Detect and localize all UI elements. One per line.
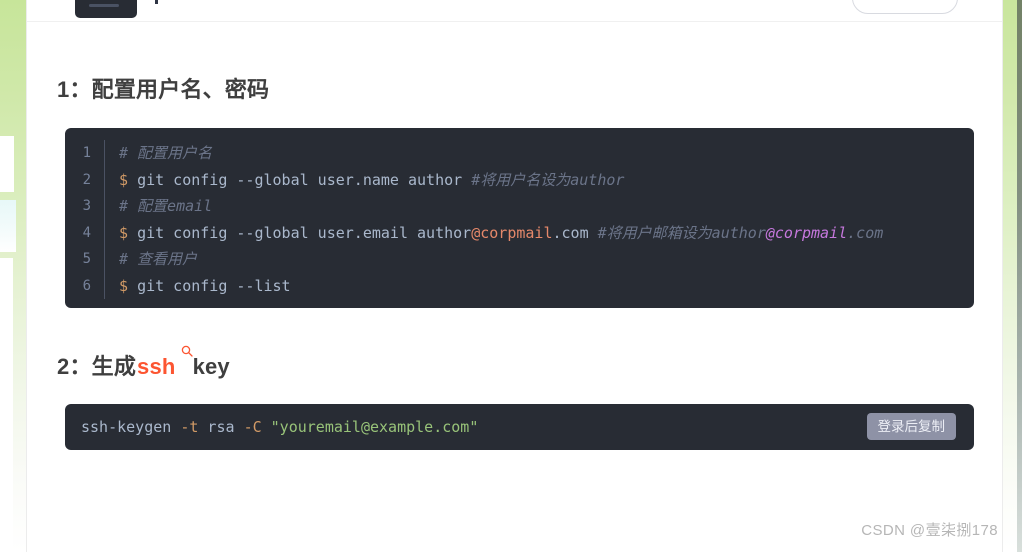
code-token-command: .com (552, 223, 598, 242)
code-line: 1 # 配置用户名 (65, 140, 974, 167)
code-block-ssh-keygen[interactable]: ssh-keygen -t rsa -C "youremail@example.… (65, 404, 974, 450)
heading-1-title: 配置用户名、密码 (91, 77, 270, 102)
code-token-comment: # 配置email (119, 197, 213, 215)
heading-2-prefix: 生成 (91, 354, 137, 379)
page-heading-1: 1：配置用户名、密码 (57, 72, 269, 104)
code-token-command: rsa (198, 418, 244, 436)
code-line: 2 $ git config --global user.name author… (65, 166, 974, 193)
section-divider (27, 21, 1002, 22)
line-number: 6 (65, 272, 105, 299)
rail-panel-lower (0, 258, 13, 552)
code-token-command: git config --global user.email author (137, 223, 472, 242)
article-content-card: 1：配置用户名、密码 1 # 配置用户名 2 $ git config --gl… (26, 0, 1003, 552)
code-token-prompt: $ (119, 276, 138, 295)
ssh-keyword-label: ssh (137, 354, 176, 379)
line-number: 2 (65, 166, 105, 193)
code-token-command: git config --global user.name author (137, 170, 472, 189)
heading-2-number: 2： (57, 354, 92, 379)
code-token-command: ssh-keygen (81, 418, 181, 436)
code-token-command: git config --list (137, 276, 291, 295)
code-token-comment: # 查看用户 (119, 250, 198, 268)
code-token-email-highlight: @corpmail (765, 223, 848, 242)
right-page-sliver (1017, 0, 1022, 552)
rail-panel-upper (0, 136, 14, 192)
heading-2-suffix: key (192, 354, 230, 379)
line-number: 1 (65, 140, 105, 167)
code-line: 4 $ git config --global user.email autho… (65, 219, 974, 246)
line-number: 3 (65, 193, 105, 220)
code-line: 5 # 查看用户 (65, 246, 974, 273)
clipped-code-block (75, 0, 137, 18)
copy-code-button[interactable]: 登录后复制 (866, 413, 956, 440)
code-token-prompt: $ (119, 170, 138, 189)
heading-1-number: 1： (57, 77, 92, 102)
code-token-flag: -t (180, 418, 199, 436)
left-edge-rail (0, 0, 26, 552)
code-token-comment: #将用户邮箱设为author (597, 223, 766, 242)
clipped-previous-section (27, 0, 1002, 22)
line-number: 5 (65, 246, 105, 273)
page-heading-2: 2：生成ssh key (57, 345, 230, 381)
code-token-string: "youremail@example.com" (270, 418, 479, 436)
clipped-rounded-button[interactable] (852, 0, 958, 14)
code-block-git-config[interactable]: 1 # 配置用户名 2 $ git config --global user.n… (65, 128, 974, 308)
code-token-comment: # 配置用户名 (119, 144, 213, 162)
code-token-command (262, 418, 271, 436)
ssh-keyword-link[interactable]: ssh (137, 345, 193, 379)
code-token-email-domain: @corpmail (471, 223, 553, 242)
code-token-flag: -C (243, 418, 262, 436)
line-number: 4 (65, 219, 105, 246)
code-line: 3 # 配置email (65, 193, 974, 220)
clipped-text-cursor (155, 0, 158, 4)
rail-panel-middle (0, 200, 16, 252)
code-line: ssh-keygen -t rsa -C "youremail@example.… (81, 418, 478, 436)
code-token-comment: #将用户名设为author (471, 170, 625, 189)
search-icon (181, 345, 193, 357)
code-token-prompt: $ (119, 223, 138, 242)
code-line: 6 $ git config --list (65, 272, 974, 299)
csdn-watermark: CSDN @壹柒捌178 (861, 522, 998, 539)
code-token-comment: .com (847, 223, 884, 242)
